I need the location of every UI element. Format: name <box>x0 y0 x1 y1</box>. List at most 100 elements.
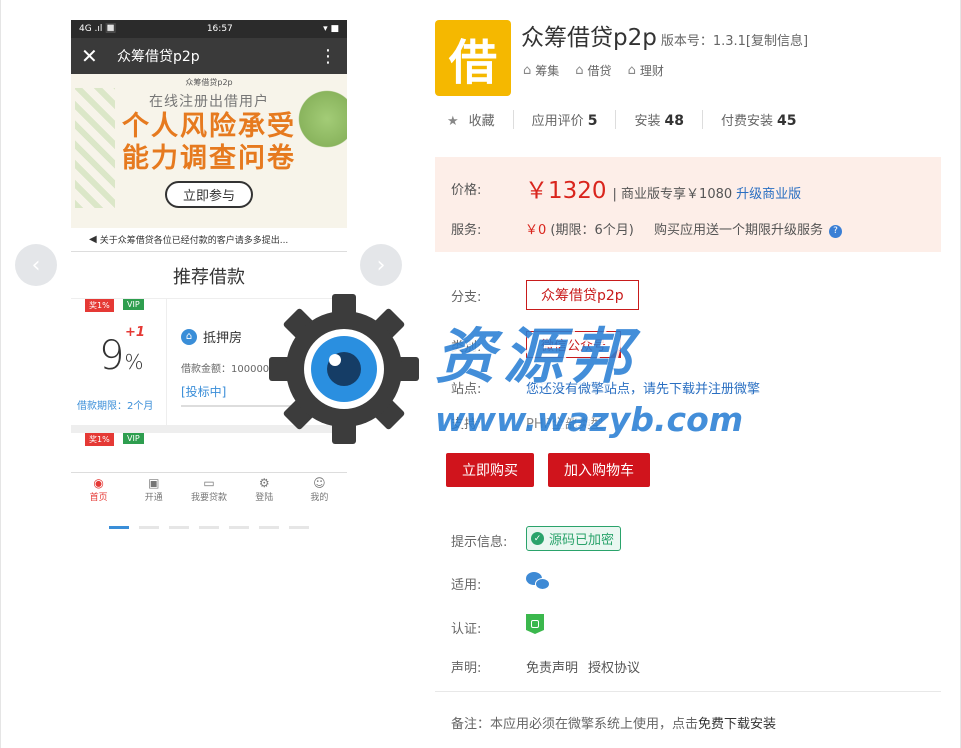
statement-label: 声明: <box>451 661 482 676</box>
paid-install-stat: 付费安装 45 <box>701 110 815 129</box>
tab-loan: ▭ 我要贷款 <box>181 473 236 510</box>
install-stat: 安装 48 <box>615 110 702 129</box>
gallery-dot[interactable] <box>259 526 279 529</box>
buy-now-button[interactable]: 立即购买 <box>446 453 534 487</box>
speaker-icon: ◀ <box>89 234 97 245</box>
tab-home: ◉ 首页 <box>71 473 126 510</box>
license-link[interactable]: 授权协议 <box>588 661 640 676</box>
free-download-link[interactable]: 免费下载安装 <box>698 717 776 732</box>
tag-item[interactable]: ⌂ 借贷 <box>575 62 611 79</box>
gallery-indicators <box>109 526 309 529</box>
upgrade-link[interactable]: 升级商业版 <box>736 187 801 202</box>
app-version[interactable]: 版本号：1.3.1[复制信息] <box>661 34 808 49</box>
phone-tab-bar: ◉ 首页 ▣ 开通 ▭ 我要贷款 ⚙ 登陆 ☺ 我的 <box>71 472 347 510</box>
site-message[interactable]: 您还没有微擎站点，请先下载并注册微擎 <box>526 378 760 397</box>
help-icon[interactable]: ? <box>829 225 842 238</box>
tab-open: ▣ 开通 <box>126 473 181 510</box>
loan-status: [投标中] <box>181 385 227 399</box>
phone-status-bar: 4G .ıl 🔲 16:57 ▾ ■ <box>71 20 347 38</box>
favorite-button[interactable]: ★ 收藏 <box>447 110 513 129</box>
app-name: 众筹借贷p2p <box>521 25 657 51</box>
wallet-icon: ▣ <box>148 476 160 490</box>
banner-brand: 众筹借贷p2p <box>185 78 233 87</box>
business-price: | 商业版专享￥1080 升级商业版 <box>612 187 802 202</box>
site-label: 站点: <box>451 382 482 397</box>
check-icon: ✓ <box>531 532 544 545</box>
tab-login: ⚙ 登陆 <box>237 473 292 510</box>
gallery-dot[interactable] <box>139 526 159 529</box>
hint-label: 提示信息: <box>451 535 508 550</box>
banner-join-button: 立即参与 <box>164 181 253 208</box>
award-tag: 奖1% <box>85 299 114 312</box>
gallery-dot[interactable] <box>289 526 309 529</box>
gallery-dot[interactable] <box>169 526 189 529</box>
gallery-prev-button[interactable]: ‹ <box>15 244 57 286</box>
type-value: 微信公众号 <box>526 331 622 358</box>
app-detail-page: ‹ › 4G .ıl 🔲 16:57 ▾ ■ ✕ 众筹借贷p2p ⋮ 众筹借贷p… <box>0 0 961 748</box>
tab-mine: ☺ 我的 <box>292 473 347 510</box>
support-value: PHP全部类型 <box>526 417 604 432</box>
cert-value <box>526 614 544 634</box>
interest-rate: 9% <box>99 333 144 379</box>
loan-card: 奖1% VIP +1 9% 借款期限：2个月 ⌂ 抵押房 借款金额：100000… <box>71 299 347 433</box>
app-icon-glyph: 借 <box>448 35 497 91</box>
phone-title-bar: ✕ 众筹借贷p2p ⋮ <box>71 38 347 74</box>
more-icon: ⋮ <box>319 45 337 67</box>
tag-icon: ⌂ <box>523 63 532 78</box>
tag-item[interactable]: ⌂ 理财 <box>628 62 664 79</box>
fit-value <box>526 572 550 596</box>
tag-item[interactable]: ⌂ 筹集 <box>523 62 559 79</box>
price-label: 价格: <box>451 183 482 198</box>
section-divider <box>435 691 941 692</box>
app-icon: 借 <box>435 20 511 96</box>
gear-icon: ⚙ <box>258 476 270 490</box>
add-to-cart-button[interactable]: 加入购物车 <box>548 453 650 487</box>
service-promo: 购买应用送一个期限升级服务 <box>653 223 823 238</box>
branch-value: 众筹借贷p2p <box>526 280 639 310</box>
loan-info-panel: ⌂ 抵押房 借款金额：100000.00元 [投标中] <box>167 299 347 425</box>
app-stats: ★ 收藏 应用评价 5 安装 48 付费安装 45 <box>447 110 814 129</box>
phone-title: 众筹借贷p2p <box>117 49 200 65</box>
price-box: 价格: ￥1320 | 商业版专享￥1080 升级商业版 服务: ￥0 (期限：6个… <box>435 157 941 252</box>
service-label: 服务: <box>451 223 482 238</box>
loan-term: 借款期限：2个月 <box>77 401 154 412</box>
price-row: ￥1320 | 商业版专享￥1080 升级商业版 <box>525 171 801 205</box>
banner-decoration <box>75 88 115 208</box>
star-icon: ★ <box>447 114 459 129</box>
loan-icon: ▭ <box>203 476 215 490</box>
branch-option[interactable]: 众筹借贷p2p <box>526 280 639 310</box>
cert-label: 认证: <box>451 622 482 637</box>
service-price: ￥0 <box>525 223 547 238</box>
vip-tag: VIP <box>123 299 144 310</box>
price-value: ￥1320 <box>525 178 607 204</box>
support-label: 支持: <box>451 417 482 432</box>
user-icon: ☺ <box>313 476 326 490</box>
award-tag: 奖1% <box>85 433 114 446</box>
service-row: ￥0 (期限：6个月) 购买应用送一个期限升级服务? <box>525 219 842 238</box>
loan-card-partial: 奖1% VIP <box>71 433 347 465</box>
wechat-icon <box>526 572 550 592</box>
phone-time: 16:57 <box>206 24 233 34</box>
app-tags: ⌂ 筹集 ⌂ 借贷 ⌂ 理财 <box>523 62 664 79</box>
rating-stat: 应用评价 5 <box>512 110 616 129</box>
gallery-dot[interactable] <box>229 526 249 529</box>
type-option[interactable]: 微信公众号 <box>526 331 622 358</box>
branch-label: 分支: <box>451 290 482 305</box>
statement-links: 免责声明 授权协议 <box>526 657 650 676</box>
gallery-dot[interactable] <box>109 526 129 529</box>
notice-bar: ◀ 关于众筹借贷各位已经付款的客户请多多提出... <box>71 228 347 252</box>
gallery-dot[interactable] <box>199 526 219 529</box>
tag-icon: ⌂ <box>575 63 584 78</box>
signal-icon: 4G .ıl 🔲 <box>79 24 117 34</box>
home-icon: ◉ <box>93 476 104 490</box>
install-note: 备注：本应用必须在微擎系统上使用，点击免费下载安装 <box>451 717 777 732</box>
loan-type: ⌂ 抵押房 <box>181 327 347 346</box>
recommend-title: 推荐借款 <box>71 252 347 299</box>
vip-tag: VIP <box>123 433 144 444</box>
disclaimer-link[interactable]: 免责声明 <box>526 661 578 676</box>
loan-rate-panel: 奖1% VIP +1 9% 借款期限：2个月 <box>71 299 167 425</box>
notice-text: 关于众筹借贷各位已经付款的客户请多多提出... <box>99 236 289 246</box>
loan-amount: 借款金额：100000.00元 <box>181 364 296 375</box>
phone-screenshot: 4G .ıl 🔲 16:57 ▾ ■ ✕ 众筹借贷p2p ⋮ 众筹借贷p2p 在… <box>71 20 347 510</box>
gallery-next-button[interactable]: › <box>360 244 402 286</box>
